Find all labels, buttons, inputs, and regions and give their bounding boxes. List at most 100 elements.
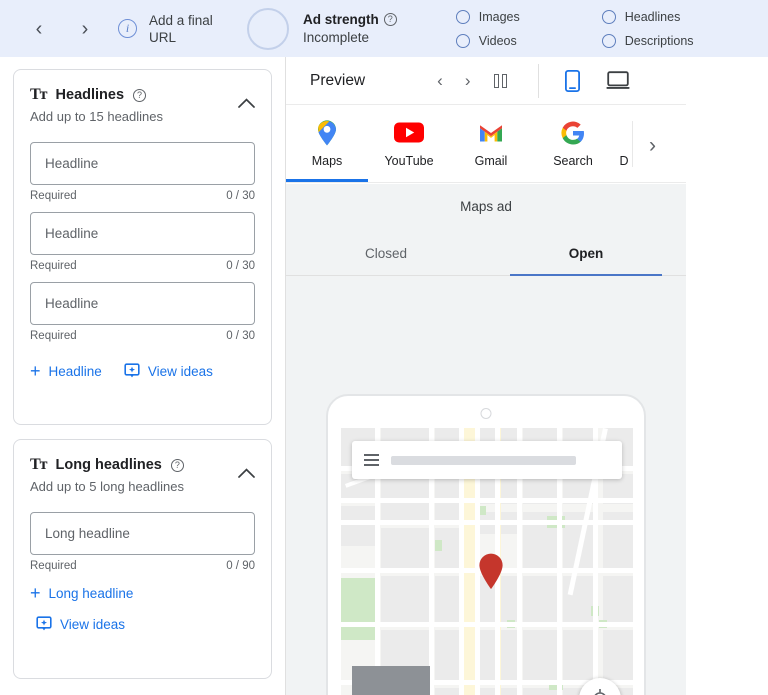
text-format-icon: Tт (30, 86, 48, 103)
tab-display-label: D (619, 153, 629, 168)
chevron-right-icon[interactable]: › (465, 72, 471, 89)
tab-search-label: Search (553, 153, 593, 168)
chevron-up-icon[interactable] (235, 462, 257, 484)
long-headlines-card: Tт Long headlines ? Add up to 5 long hea… (13, 439, 272, 679)
tab-gmail[interactable]: Gmail (450, 105, 532, 182)
chevron-up-icon[interactable] (235, 92, 257, 114)
mobile-device-icon[interactable] (564, 69, 580, 92)
top-bar: ‹ › i Add a final URL Ad strength ? Inco… (0, 0, 768, 57)
google-maps-icon (317, 119, 337, 146)
headline-field-2-meta: Required 0 / 30 (14, 255, 271, 272)
headline-field-1-wrap: Headline (14, 142, 271, 185)
headline-input-3-placeholder: Headline (45, 296, 99, 311)
long-headline-input-1-placeholder: Long headline (45, 526, 130, 541)
long-headlines-title-row: Tт Long headlines ? (30, 457, 255, 473)
long-headline-field-1-meta: Required 0 / 90 (14, 555, 271, 572)
park-area (341, 578, 375, 640)
checklist-item-images[interactable]: Images (455, 9, 520, 24)
required-label: Required (30, 330, 77, 342)
add-headline-label: Headline (48, 363, 102, 379)
youtube-icon (394, 120, 424, 146)
tab-display[interactable]: D (614, 105, 634, 182)
map-canvas[interactable] (341, 428, 633, 695)
tab-maps-label: Maps (311, 153, 343, 168)
tab-search[interactable]: Search (532, 105, 614, 182)
long-headline-field-1-group: Long headline Required 0 / 90 (14, 512, 271, 572)
desktop-device-icon[interactable] (606, 71, 630, 90)
tabs-divider (632, 121, 633, 167)
lightbulb-ideas-icon (36, 616, 52, 632)
char-counter: 0 / 90 (226, 560, 255, 572)
long-headline-input-1[interactable]: Long headline (30, 512, 255, 555)
map-search-input[interactable] (391, 455, 576, 465)
ad-strength-title: Ad strength ? (303, 11, 397, 28)
checklist-item-headlines[interactable]: Headlines (601, 9, 694, 24)
info-icon[interactable]: i (118, 19, 137, 38)
ad-strength-status: Incomplete (303, 29, 370, 45)
checklist-item-descriptions[interactable]: Descriptions (601, 33, 694, 48)
circle-indicator-icon (601, 9, 616, 24)
help-icon[interactable]: ? (133, 88, 147, 102)
tab-open[interactable]: Open (486, 246, 686, 276)
preview-header: Preview ‹ › (286, 57, 686, 105)
headlines-card: Tт Headlines ? Add up to 15 headlines He… (13, 69, 272, 425)
map-pin-icon[interactable] (477, 552, 505, 590)
circle-indicator-icon (455, 33, 470, 48)
tab-youtube[interactable]: YouTube (368, 105, 450, 182)
headline-input-3[interactable]: Headline (30, 282, 255, 325)
phone-screen (341, 428, 633, 695)
park-area (435, 540, 442, 551)
chevron-right-icon[interactable]: › (68, 12, 102, 46)
hamburger-menu-icon[interactable] (364, 453, 379, 467)
checklist-label: Images (478, 9, 520, 24)
split-view-icon[interactable] (494, 73, 507, 88)
lightbulb-ideas-icon (124, 363, 140, 379)
preview-body: Maps ad Closed Open (286, 184, 686, 695)
platform-tab-strip: Maps YouTube Gmail Search D › (286, 105, 686, 183)
checklist-item-videos[interactable]: Videos (455, 33, 520, 48)
tab-closed[interactable]: Closed (286, 246, 486, 275)
view-ideas-button-headlines[interactable]: View ideas (124, 363, 213, 379)
headline-field-3-meta: Required 0 / 30 (14, 325, 271, 342)
preview-panel: Preview ‹ › Maps YouTube Gmail Search D … (285, 57, 768, 695)
ad-strength-label-text: Ad strength (303, 11, 379, 27)
ad-strength-meter (247, 7, 289, 50)
view-ideas-label: View ideas (147, 363, 213, 379)
preview-title: Preview (310, 71, 366, 89)
headline-field-1-meta: Required 0 / 30 (14, 185, 271, 202)
map-image-placeholder (352, 666, 430, 695)
ad-strength-group: Ad strength ? Incomplete (247, 7, 397, 50)
asset-checklist: Images Videos Headlines Descriptions (455, 9, 694, 48)
checklist-label: Headlines (624, 9, 681, 24)
chevron-left-icon[interactable]: ‹ (22, 12, 56, 46)
checklist-label: Videos (478, 33, 517, 48)
headlines-actions: + Headline View ideas (14, 362, 271, 380)
long-headlines-title: Long headlines (55, 457, 162, 473)
chevron-left-icon[interactable]: ‹ (437, 72, 443, 89)
headlines-card-header: Tт Headlines ? Add up to 15 headlines (14, 70, 271, 124)
char-counter: 0 / 30 (226, 330, 255, 342)
headline-input-2[interactable]: Headline (30, 212, 255, 255)
headline-input-1[interactable]: Headline (30, 142, 255, 185)
add-headline-button[interactable]: + Headline (30, 362, 102, 380)
headline-field-2-group: Headline Required 0 / 30 (14, 212, 271, 272)
long-headlines-subtitle: Add up to 5 long headlines (30, 479, 184, 494)
tab-maps[interactable]: Maps (286, 105, 368, 182)
help-icon[interactable]: ? (170, 458, 184, 472)
chevron-right-icon[interactable]: › (649, 135, 656, 156)
headline-field-3-group: Headline Required 0 / 30 (14, 282, 271, 342)
help-icon[interactable]: ? (383, 12, 397, 26)
ad-strength-texts: Ad strength ? Incomplete (303, 11, 397, 47)
add-long-headline-button[interactable]: + Long headline (30, 584, 133, 602)
device-toggle (537, 63, 630, 98)
final-url-label[interactable]: Add a final URL (149, 12, 227, 46)
park-area (479, 506, 486, 515)
required-label: Required (30, 560, 77, 572)
long-headlines-ideas-row: View ideas (14, 616, 271, 632)
long-headline-field-1-wrap: Long headline (14, 512, 271, 555)
tab-gmail-label: Gmail (474, 153, 508, 168)
circle-indicator-icon (601, 33, 616, 48)
map-search-bar[interactable] (352, 441, 622, 479)
view-ideas-button-long-headlines[interactable]: View ideas (36, 616, 125, 632)
camera-dot-icon (480, 408, 492, 419)
